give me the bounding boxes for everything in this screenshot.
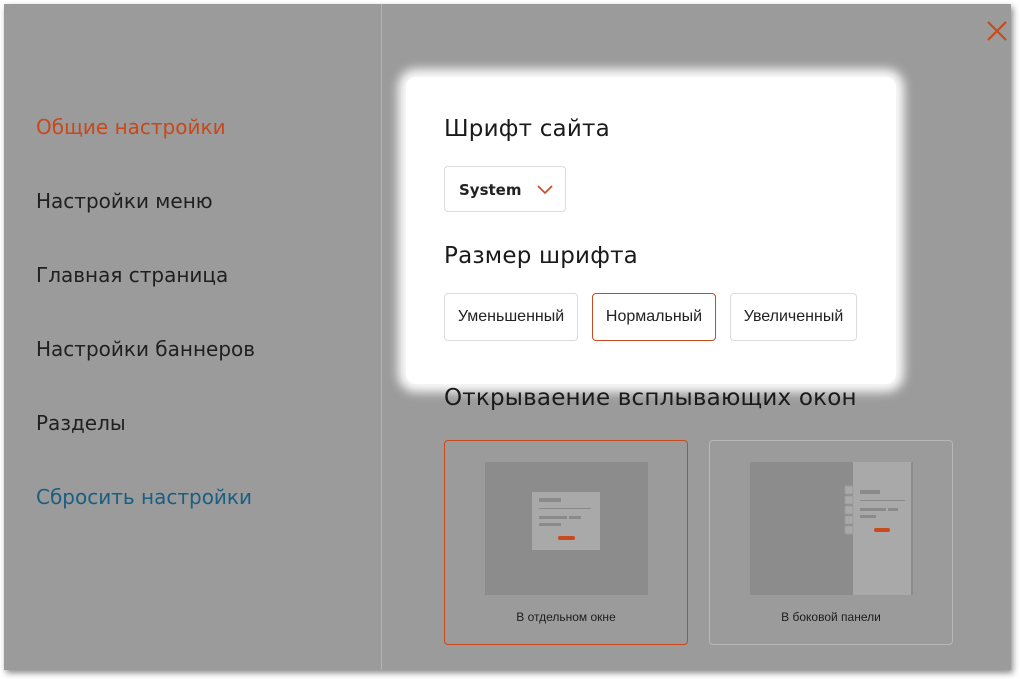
close-icon — [987, 21, 1007, 41]
chevron-down-icon — [537, 185, 553, 195]
sidebar-item-banners[interactable]: Настройки баннеров — [36, 337, 255, 361]
sidepanel-preview-illustration — [750, 462, 913, 595]
close-button[interactable] — [984, 18, 1010, 44]
sidebar-item-sections[interactable]: Разделы — [36, 411, 126, 435]
settings-sidebar: Общие настройки Настройки меню Главная с… — [4, 4, 382, 670]
popup-section-title: Открываение всплывающих окон — [444, 385, 857, 411]
settings-modal: Общие настройки Настройки меню Главная с… — [4, 4, 1011, 670]
popup-option-window-label: В отдельном окне — [516, 610, 616, 624]
size-option-large[interactable]: Увеличенный — [730, 293, 857, 341]
reset-settings-link[interactable]: Сбросить настройки — [36, 485, 252, 509]
sidebar-item-general[interactable]: Общие настройки — [36, 115, 226, 139]
sidebar-item-home[interactable]: Главная страница — [36, 263, 228, 287]
size-section-title: Размер шрифта — [444, 243, 638, 269]
popup-option-sidepanel[interactable]: В боковой панели — [709, 440, 953, 645]
popup-option-sidepanel-label: В боковой панели — [781, 610, 881, 624]
font-section-title: Шрифт сайта — [444, 116, 610, 142]
size-option-normal[interactable]: Нормальный — [592, 293, 716, 341]
font-select[interactable]: System — [444, 166, 566, 212]
sidebar-item-menu[interactable]: Настройки меню — [36, 189, 213, 213]
font-select-value: System — [459, 181, 522, 199]
size-option-small[interactable]: Уменьшенный — [444, 293, 578, 341]
popup-option-window[interactable]: В отдельном окне — [444, 440, 688, 645]
window-preview-illustration — [485, 462, 648, 595]
